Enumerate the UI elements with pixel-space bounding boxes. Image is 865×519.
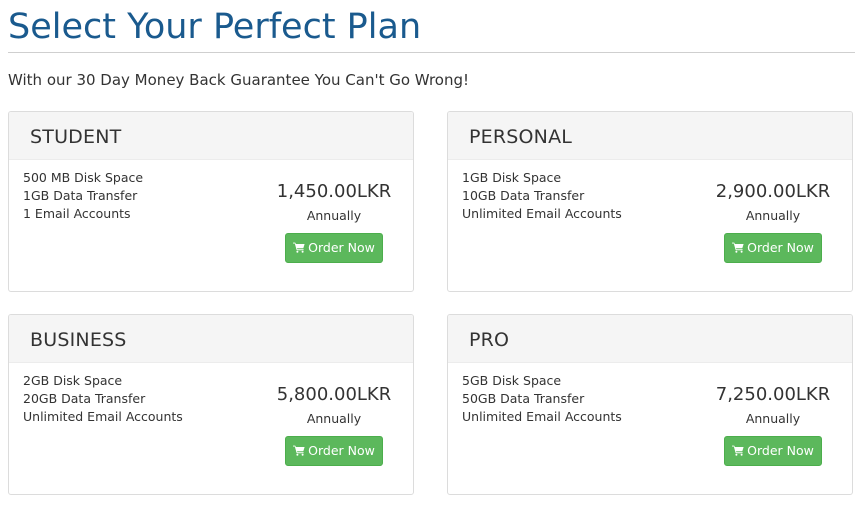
plan-feature: 1 Email Accounts — [23, 206, 131, 221]
order-button-label: Order Now — [747, 240, 814, 255]
billing-period: Annually — [745, 208, 801, 223]
plan-name: PRO — [469, 329, 510, 351]
plan-name: STUDENT — [30, 126, 122, 148]
billing-period: Annually — [745, 411, 801, 426]
order-now-button-personal[interactable]: Order Now — [724, 233, 822, 263]
plan-feature: 20GB Data Transfer — [23, 391, 146, 406]
price-block: 7,250.00LKR Annually — [703, 383, 843, 428]
order-button-label: Order Now — [308, 443, 375, 458]
order-button-label: Order Now — [308, 240, 375, 255]
plan-features: 1GB Disk Space 10GB Data Transfer Unlimi… — [462, 169, 622, 223]
plan-feature: 10GB Data Transfer — [462, 188, 585, 203]
price-block: 1,450.00LKR Annually — [264, 180, 404, 225]
order-button-label: Order Now — [747, 443, 814, 458]
plan-price: 2,900.00LKR — [715, 181, 831, 202]
title-divider — [8, 52, 855, 53]
plan-feature: 5GB Disk Space — [462, 373, 562, 388]
plan-features: 500 MB Disk Space 1GB Data Transfer 1 Em… — [23, 169, 143, 223]
plan-feature: 500 MB Disk Space — [23, 170, 144, 185]
plan-feature: 50GB Data Transfer — [462, 391, 585, 406]
plan-price: 1,450.00LKR — [276, 181, 392, 202]
price-block: 5,800.00LKR Annually — [264, 383, 404, 428]
plan-feature: 2GB Disk Space — [23, 373, 123, 388]
billing-period: Annually — [306, 208, 362, 223]
billing-period: Annually — [306, 411, 362, 426]
plan-feature: 1GB Disk Space — [462, 170, 562, 185]
plan-features: 5GB Disk Space 50GB Data Transfer Unlimi… — [462, 372, 622, 426]
plan-header: PERSONAL — [448, 112, 852, 160]
plan-card-business: BUSINESS 2GB Disk Space 20GB Data Transf… — [8, 314, 414, 495]
plan-card-student: STUDENT 500 MB Disk Space 1GB Data Trans… — [8, 111, 414, 292]
plan-feature: 1GB Data Transfer — [23, 188, 138, 203]
plan-feature: Unlimited Email Accounts — [23, 409, 183, 424]
plan-name: BUSINESS — [30, 329, 127, 351]
page-title: Select Your Perfect Plan — [8, 7, 422, 47]
plan-card-personal: PERSONAL 1GB Disk Space 10GB Data Transf… — [447, 111, 853, 292]
plan-features: 2GB Disk Space 20GB Data Transfer Unlimi… — [23, 372, 183, 426]
plan-price: 7,250.00LKR — [715, 384, 831, 405]
shopping-cart-icon — [293, 438, 305, 466]
shopping-cart-icon — [732, 235, 744, 263]
plan-feature: Unlimited Email Accounts — [462, 409, 622, 424]
plan-header: PRO — [448, 315, 852, 363]
plan-price: 5,800.00LKR — [276, 384, 392, 405]
plan-feature: Unlimited Email Accounts — [462, 206, 622, 221]
shopping-cart-icon — [293, 235, 305, 263]
order-now-button-student[interactable]: Order Now — [285, 233, 383, 263]
plan-name: PERSONAL — [469, 126, 573, 148]
shopping-cart-icon — [732, 438, 744, 466]
plan-header: STUDENT — [9, 112, 413, 160]
plan-header: BUSINESS — [9, 315, 413, 363]
plan-card-pro: PRO 5GB Disk Space 50GB Data Transfer Un… — [447, 314, 853, 495]
price-block: 2,900.00LKR Annually — [703, 180, 843, 225]
order-now-button-pro[interactable]: Order Now — [724, 436, 822, 466]
order-now-button-business[interactable]: Order Now — [285, 436, 383, 466]
guarantee-tagline: With our 30 Day Money Back Guarantee You… — [8, 71, 470, 89]
